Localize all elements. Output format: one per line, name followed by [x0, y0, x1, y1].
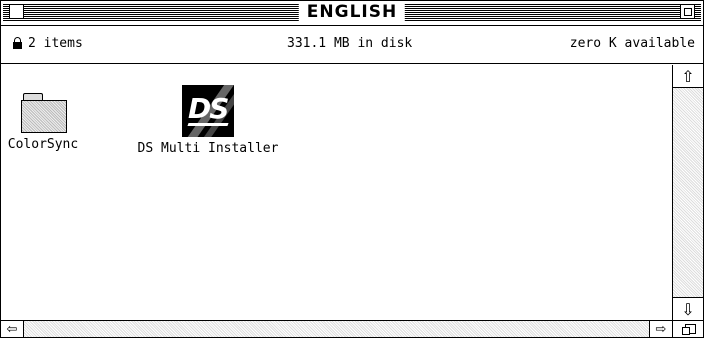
scroll-right-arrow-icon[interactable]: ⇨	[649, 321, 672, 337]
item-label: ColorSync	[7, 137, 79, 152]
available-space: zero K available	[569, 36, 695, 51]
folder-icon	[19, 93, 67, 133]
title-bar[interactable]: ENGLISH	[1, 1, 703, 25]
resize-grow-box-icon[interactable]	[672, 320, 703, 337]
disk-usage: 331.1 MB in disk	[287, 36, 413, 51]
installer-app-icon: DS	[182, 85, 234, 137]
scroll-down-arrow-icon[interactable]: ⇩	[673, 297, 703, 320]
info-header: 2 items 331.1 MB in disk zero K availabl…	[1, 25, 703, 66]
item-count: 2 items	[28, 36, 83, 51]
folder-item-colorsync[interactable]: ColorSync	[7, 93, 79, 152]
item-label: DS Multi Installer	[137, 141, 279, 156]
window-title: ENGLISH	[298, 2, 406, 22]
lock-icon	[13, 37, 22, 50]
horizontal-scrollbar[interactable]: ⇦ ⇨	[1, 320, 672, 337]
vertical-scrollbar[interactable]: ⇧ ⇩	[672, 65, 703, 320]
close-box-icon[interactable]	[9, 4, 24, 19]
scroll-left-arrow-icon[interactable]: ⇦	[1, 321, 24, 337]
content-area[interactable]: ColorSync DS DS Multi Installer	[1, 65, 672, 320]
finder-window: ENGLISH 2 items 331.1 MB in disk zero K …	[0, 0, 704, 338]
item-count-group: 2 items	[13, 36, 83, 51]
header-divider	[1, 63, 703, 64]
scroll-up-arrow-icon[interactable]: ⇧	[673, 65, 703, 88]
app-item-ds-multi-installer[interactable]: DS DS Multi Installer	[135, 85, 281, 156]
zoom-box-icon[interactable]	[680, 4, 695, 19]
